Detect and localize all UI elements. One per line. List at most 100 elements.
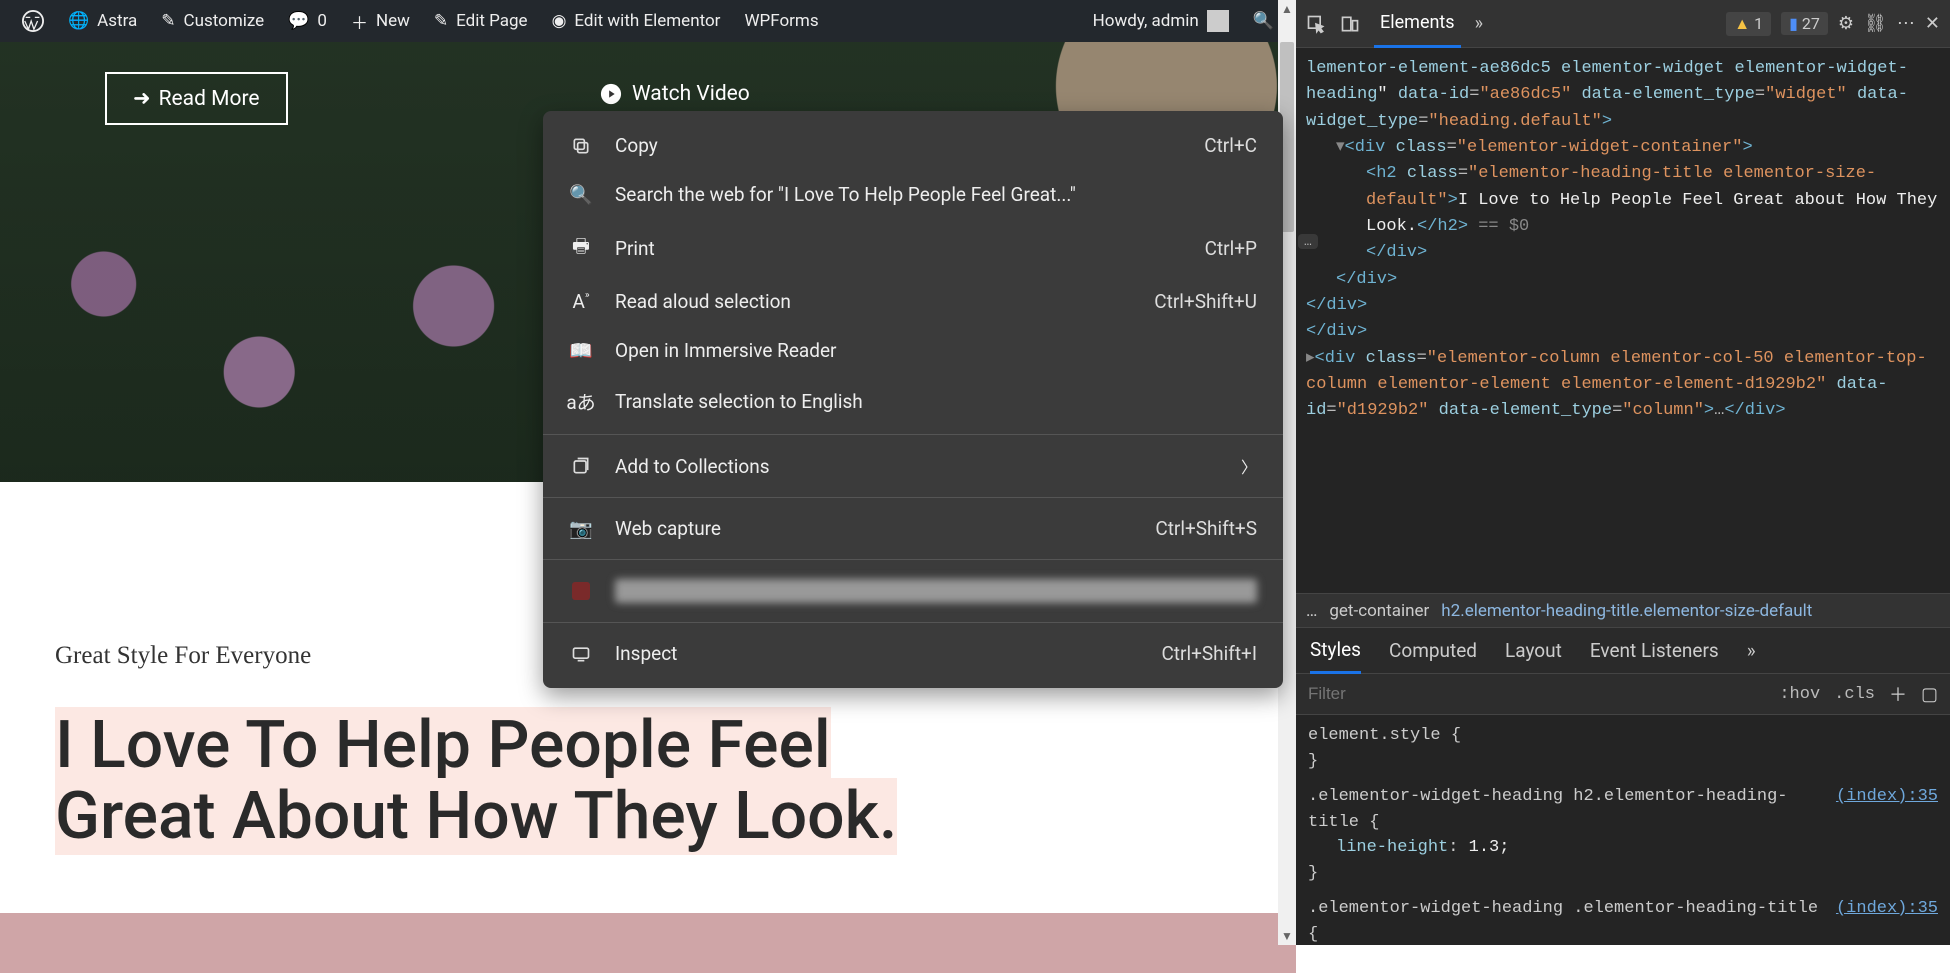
customize-link[interactable]: ✎ Customize <box>149 11 276 31</box>
wp-admin-bar: 🌐 Astra ✎ Customize 💬0 ＋ New ✎Edit Page ◉ Ed… <box>0 0 1296 42</box>
new-link[interactable]: ＋ New <box>339 9 422 34</box>
cls-toggle[interactable]: .cls <box>1834 685 1875 704</box>
dom-selected-marker: == $0 <box>1468 217 1529 236</box>
ctx-separator <box>543 497 1283 498</box>
hov-toggle[interactable]: :hov <box>1779 685 1820 704</box>
site-name-label: Astra <box>97 11 137 31</box>
edit-elementor-link[interactable]: ◉ Edit with Elementor <box>540 11 733 31</box>
tab-layout[interactable]: Layout <box>1505 639 1562 662</box>
customize-label: Customize <box>184 11 265 31</box>
wp-logo[interactable] <box>10 10 56 32</box>
ctx-translate-label: Translate selection to English <box>615 390 1257 413</box>
comments-link[interactable]: 💬0 <box>276 11 339 31</box>
elementor-icon: ◉ <box>552 11 567 31</box>
book-icon: 📖 <box>569 339 593 362</box>
tabs-overflow-icon[interactable]: » <box>1475 13 1483 34</box>
watch-video-label: Watch Video <box>632 82 750 106</box>
scroll-down-arrow[interactable]: ▼ <box>1278 927 1296 945</box>
chevron-right-icon: 〉 <box>1241 454 1257 478</box>
device-toggle-icon[interactable] <box>1340 14 1360 34</box>
read-more-button[interactable]: ➜ Read More <box>105 72 288 125</box>
tab-event-listeners[interactable]: Event Listeners <box>1590 639 1719 662</box>
ctx-print-label: Print <box>615 237 1183 260</box>
styles-filter-bar: :hov .cls ＋ ▢ <box>1296 673 1950 715</box>
devtools-panel: Elements » ▲1 ▮27 ⚙ ⛓ ⋯ ✕ lementor-eleme… <box>1296 0 1950 945</box>
dom-ellipsis-handle[interactable]: … <box>1298 234 1318 249</box>
edit-page-link[interactable]: ✎Edit Page <box>422 11 540 31</box>
link-icon[interactable]: ⛓ <box>1864 13 1887 34</box>
computed-panel-icon[interactable]: ▢ <box>1921 684 1938 705</box>
ctx-search-web[interactable]: 🔍 Search the web for "I Love To Help Peo… <box>543 170 1283 219</box>
breadcrumb-item[interactable]: get-container <box>1329 601 1429 621</box>
ctx-separator <box>543 559 1283 560</box>
ctx-web-capture-shortcut: Ctrl+Shift+S <box>1155 517 1257 540</box>
ctx-translate[interactable]: a⁠あ Translate selection to English <box>543 375 1283 428</box>
warnings-chip[interactable]: ▲1 <box>1726 12 1771 36</box>
ctx-collections[interactable]: Add to Collections 〉 <box>543 441 1283 491</box>
tabs-overflow-icon[interactable]: » <box>1747 639 1756 662</box>
copy-icon <box>569 136 593 156</box>
info-chip[interactable]: ▮27 <box>1781 12 1828 35</box>
more-icon[interactable]: ⋯ <box>1897 13 1915 34</box>
howdy-user[interactable]: Howdy, admin <box>1081 10 1241 32</box>
ctx-inspect[interactable]: Inspect Ctrl+Shift+I <box>543 629 1283 678</box>
styles-pane[interactable]: element.style { } (index):35 .elementor-… <box>1296 715 1950 955</box>
ctx-print[interactable]: 🖶 Print Ctrl+P <box>543 219 1283 277</box>
watch-video-button[interactable]: Watch Video <box>600 82 750 106</box>
warning-icon: ▲ <box>1734 14 1750 34</box>
plus-icon: ＋ <box>351 9 368 34</box>
search-icon: 🔍 <box>569 183 593 206</box>
ctx-read-aloud[interactable]: A» Read aloud selection Ctrl+Shift+U <box>543 277 1283 326</box>
info-icon: ▮ <box>1789 14 1798 33</box>
tab-elements[interactable]: Elements <box>1374 0 1461 48</box>
ctx-read-aloud-shortcut: Ctrl+Shift+U <box>1154 290 1257 313</box>
breadcrumb-overflow[interactable]: … <box>1306 601 1317 621</box>
tab-styles[interactable]: Styles <box>1310 628 1361 674</box>
context-menu: Copy Ctrl+C 🔍 Search the web for "I Love… <box>543 111 1283 688</box>
tab-computed[interactable]: Computed <box>1389 639 1477 662</box>
edit-page-label: Edit Page <box>456 11 527 31</box>
ctx-immersive-reader[interactable]: 📖 Open in Immersive Reader <box>543 326 1283 375</box>
inspect-icon <box>569 644 593 664</box>
style-rule-element: element.style { <box>1308 723 1938 749</box>
breadcrumb-selected[interactable]: h2.elementor-heading-title.elementor-siz… <box>1441 601 1812 621</box>
collections-icon <box>569 456 593 476</box>
brush-icon: ✎ <box>161 11 175 31</box>
site-name[interactable]: 🌐 Astra <box>56 11 149 31</box>
ctx-web-capture[interactable]: 📷 Web capture Ctrl+Shift+S <box>543 504 1283 553</box>
comments-count: 0 <box>317 11 327 31</box>
ctx-print-shortcut: Ctrl+P <box>1205 237 1257 260</box>
read-aloud-icon: A» <box>569 290 593 313</box>
ctx-extension-item[interactable]: ████████████ <box>543 566 1283 616</box>
ctx-copy[interactable]: Copy Ctrl+C <box>543 121 1283 170</box>
ctx-immersive-label: Open in Immersive Reader <box>615 339 1257 362</box>
scroll-up-arrow[interactable]: ▲ <box>1278 0 1296 18</box>
dom-tree[interactable]: lementor-element-ae86dc5 elementor-widge… <box>1296 48 1950 593</box>
edit-elementor-label: Edit with Elementor <box>574 11 720 31</box>
main-heading: I Love To Help People Feel Great About H… <box>55 710 1241 853</box>
ctx-extension-label: ████████████ <box>615 579 1257 603</box>
extension-icon <box>569 582 593 600</box>
wpforms-link[interactable]: WPForms <box>732 11 830 31</box>
search-icon: 🔍 <box>1253 11 1274 31</box>
style-source-link[interactable]: (index):35 <box>1836 896 1938 922</box>
gear-icon[interactable]: ⚙ <box>1838 13 1854 34</box>
styles-filter-input[interactable] <box>1308 684 1765 704</box>
styles-tabs: Styles Computed Layout Event Listeners » <box>1296 627 1950 673</box>
new-label: New <box>376 11 410 31</box>
dom-breadcrumb[interactable]: … get-container h2.elementor-heading-tit… <box>1296 593 1950 627</box>
ctx-search-label: Search the web for "I Love To Help Peopl… <box>615 183 1257 206</box>
wpforms-label: WPForms <box>744 11 818 31</box>
avatar <box>1207 10 1229 32</box>
wordpress-icon <box>22 10 44 32</box>
close-icon[interactable]: ✕ <box>1925 13 1940 34</box>
globe-icon: 🌐 <box>68 11 89 31</box>
heading-line-2: Great About How They Look. <box>55 778 897 855</box>
add-rule-icon[interactable]: ＋ <box>1889 681 1907 707</box>
info-count: 27 <box>1802 14 1820 33</box>
ctx-read-aloud-label: Read aloud selection <box>615 290 1132 313</box>
inspect-tool-icon[interactable] <box>1306 14 1326 34</box>
camera-icon: 📷 <box>569 517 593 540</box>
ctx-web-capture-label: Web capture <box>615 517 1133 540</box>
style-source-link[interactable]: (index):35 <box>1836 784 1938 810</box>
